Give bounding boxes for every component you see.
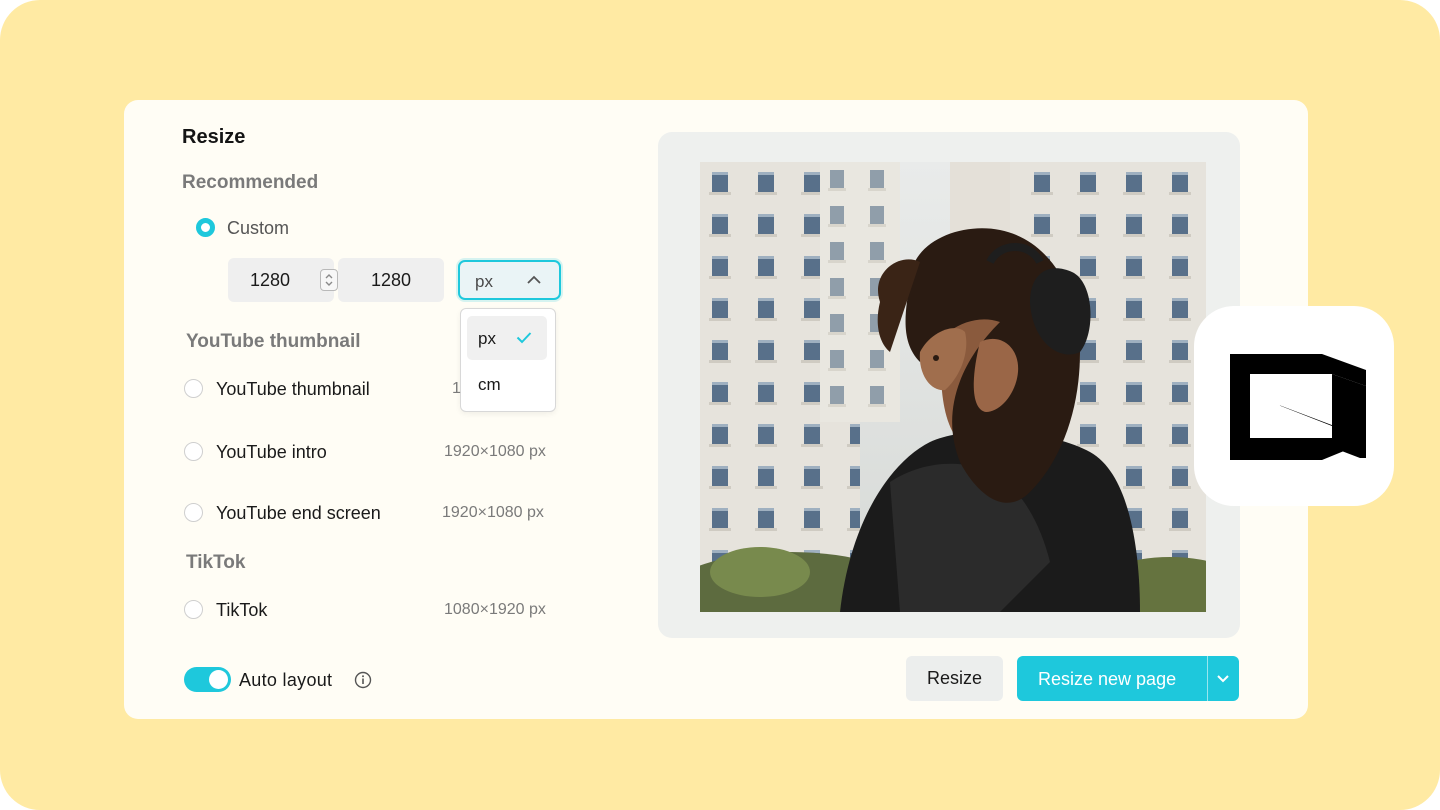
- unit-option-cm[interactable]: cm: [467, 362, 547, 406]
- width-input[interactable]: 1280: [228, 258, 334, 302]
- chevron-up-icon: [527, 275, 541, 284]
- preview-frame: [658, 132, 1240, 638]
- height-input[interactable]: 1280: [338, 258, 444, 302]
- option-size: 1080×1920 px: [444, 601, 546, 618]
- option-size: 1: [452, 380, 461, 397]
- youtube-thumbnail-radio[interactable]: [184, 379, 203, 398]
- group-heading-youtube: YouTube thumbnail: [186, 331, 361, 352]
- option-size: 1920×1080 px: [442, 504, 544, 521]
- option-label: YouTube thumbnail: [216, 379, 370, 399]
- unit-select-value: px: [475, 272, 493, 291]
- photo-image: [700, 162, 1206, 612]
- preview-photo: [700, 162, 1206, 612]
- height-value: 1280: [370, 269, 412, 290]
- chevron-down-icon[interactable]: [1215, 673, 1231, 685]
- resize-panel: Resize Recommended Custom 1280 1280 px p…: [124, 100, 1308, 719]
- unit-option-label: px: [478, 329, 496, 348]
- custom-radio[interactable]: [196, 218, 215, 237]
- option-label: TikTok: [216, 600, 268, 620]
- resize-new-page-label: Resize new page: [1038, 669, 1177, 689]
- unit-option-px[interactable]: px: [467, 316, 547, 360]
- recommended-heading: Recommended: [182, 172, 319, 193]
- brand-logo-tile: [1194, 306, 1394, 506]
- resize-new-page-button[interactable]: Resize new page: [1017, 656, 1239, 701]
- info-icon[interactable]: [354, 671, 372, 689]
- auto-layout-label: Auto layout: [239, 670, 333, 690]
- width-stepper[interactable]: [320, 269, 338, 291]
- option-label: YouTube intro: [216, 442, 327, 462]
- tiktok-radio[interactable]: [184, 600, 203, 619]
- youtube-intro-radio[interactable]: [184, 442, 203, 461]
- custom-label: Custom: [227, 218, 290, 238]
- auto-layout-toggle[interactable]: [184, 667, 231, 692]
- width-value: 1280: [249, 269, 291, 290]
- stepper-arrows-icon: [325, 274, 333, 286]
- youtube-end-screen-radio[interactable]: [184, 503, 203, 522]
- unit-dropdown-menu: px cm: [460, 308, 556, 412]
- unit-option-label: cm: [478, 375, 501, 394]
- unit-select[interactable]: px: [458, 260, 561, 300]
- check-icon: [516, 332, 532, 344]
- resize-button[interactable]: Resize: [906, 656, 1003, 701]
- option-size: 1920×1080 px: [444, 443, 546, 460]
- panel-title: Resize: [182, 126, 246, 148]
- split-divider: [1207, 656, 1208, 701]
- capcut-logo-icon: [1230, 354, 1366, 460]
- option-label: YouTube end screen: [216, 503, 381, 523]
- resize-button-label: Resize: [926, 668, 983, 688]
- group-heading-tiktok: TikTok: [186, 552, 246, 573]
